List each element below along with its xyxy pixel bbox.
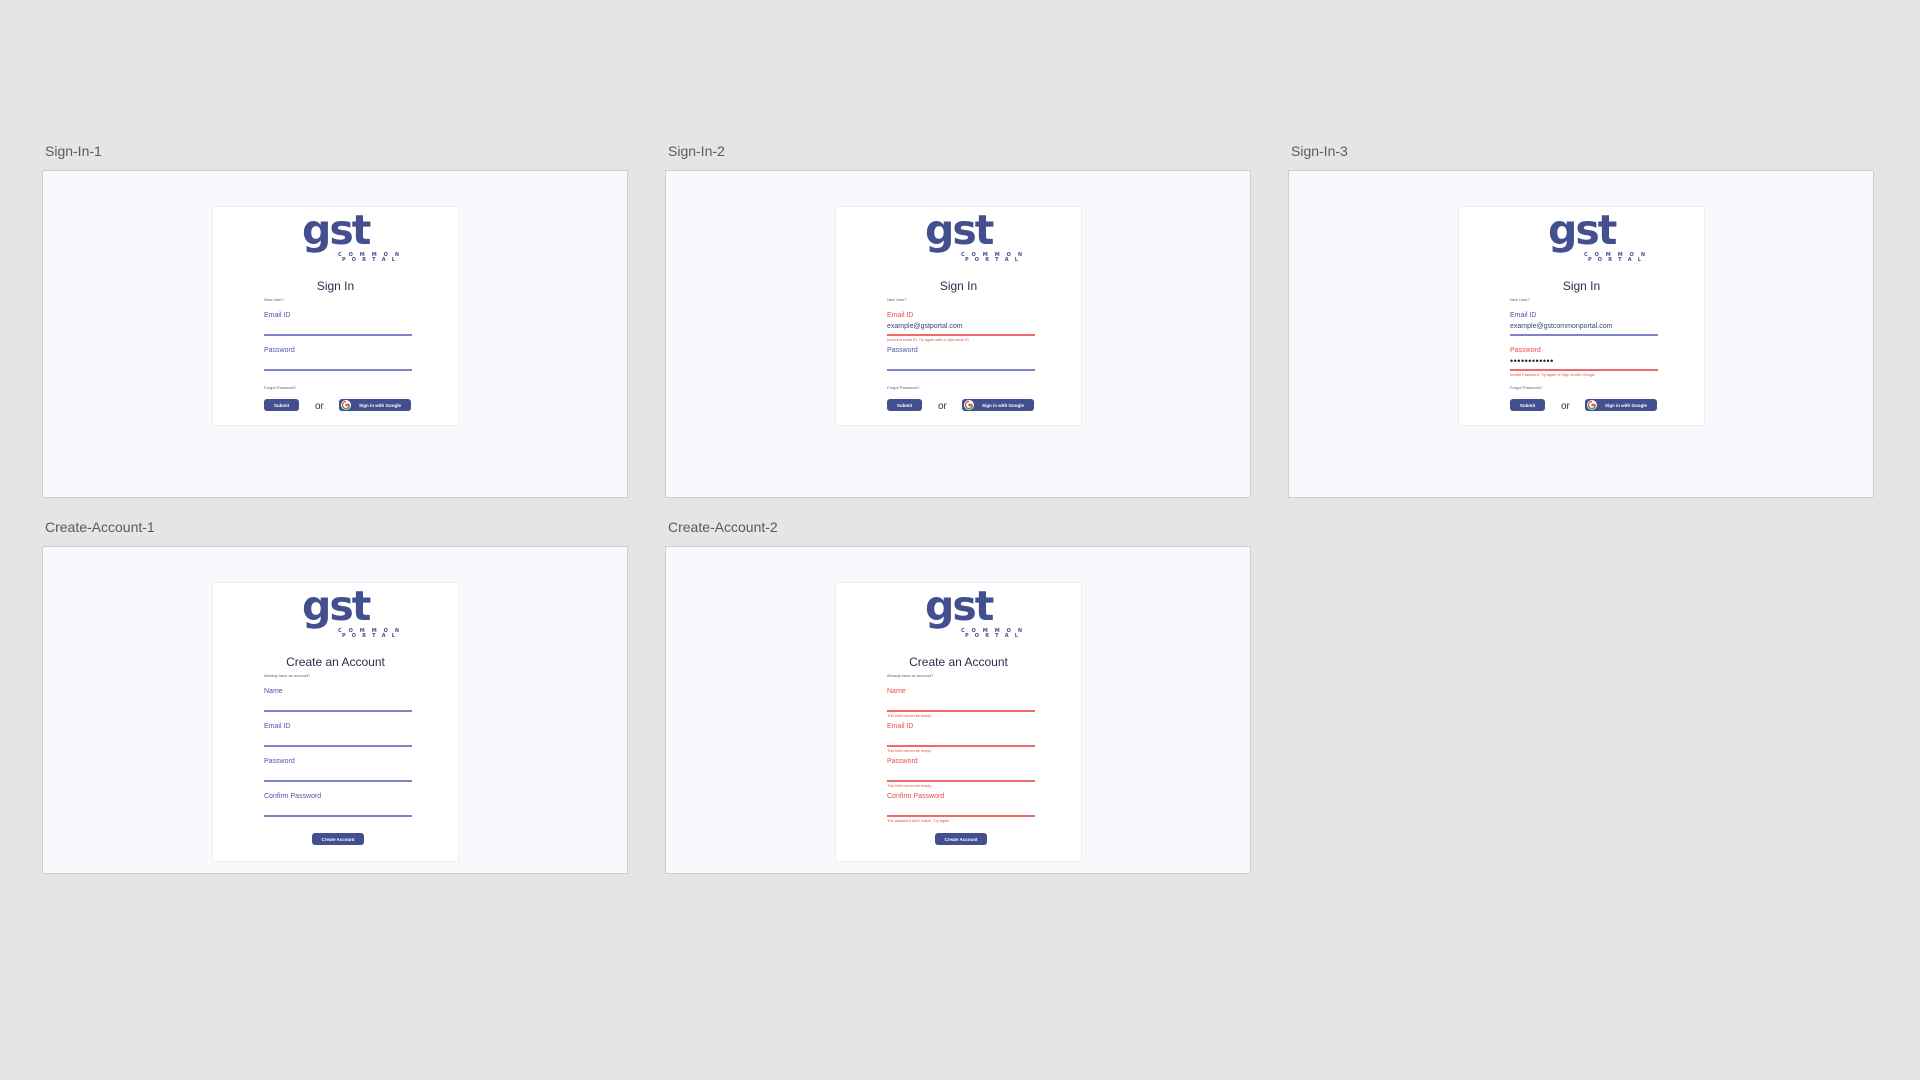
frame-sign-in-3: gst C O M M O N P O R T A L Sign In New … [1288, 170, 1874, 498]
logo-main: gst [925, 582, 994, 630]
name-label: Name [887, 688, 906, 695]
password-label: Password [887, 758, 918, 765]
google-icon [341, 400, 351, 410]
frame-label-create-account-2: Create-Account-2 [668, 519, 778, 535]
forgot-password-link[interactable]: Forgot Password? [1510, 385, 1542, 390]
forgot-password-link[interactable]: Forgot Password? [887, 385, 919, 390]
logo-sub-bottom: P O R T A L [342, 257, 398, 263]
password-error-text: Invalid Password. Try again or Sign-in w… [1510, 373, 1595, 377]
password-error-text: This field cannot be empty [887, 784, 932, 788]
password-underline [264, 369, 412, 371]
logo-main: gst [925, 206, 994, 254]
frame-sign-in-2: gst C O M M O N P O R T A L Sign In New … [665, 170, 1251, 498]
frame-label-sign-in-2: Sign-In-2 [668, 143, 725, 159]
google-signin-button[interactable]: Sign in with Google [339, 399, 411, 411]
gst-logo: gst C O M M O N P O R T A L [925, 586, 1022, 639]
google-button-label: Sign in with Google [982, 402, 1024, 408]
submit-button[interactable]: Submit [1510, 399, 1545, 411]
email-label: Email ID [264, 723, 291, 730]
password-label: Password [264, 758, 295, 765]
email-label: Email ID [887, 312, 914, 319]
password-input[interactable]: •••••••••••• [1510, 356, 1554, 366]
forgot-password-link[interactable]: Forgot Password? [264, 385, 296, 390]
new-user-link[interactable]: New User? [264, 297, 284, 302]
or-text: or [938, 401, 947, 412]
gst-logo: gst C O M M O N P O R T A L [302, 586, 399, 639]
confirm-password-label: Confirm Password [887, 793, 945, 800]
page-title: Sign In [316, 279, 355, 293]
email-underline[interactable] [264, 745, 412, 747]
password-label: Password [887, 347, 918, 354]
already-have-account-link[interactable]: Already have an account? [264, 673, 310, 678]
new-user-link[interactable]: New User? [1510, 297, 1530, 302]
email-underline [1510, 334, 1658, 336]
or-text: or [1561, 401, 1570, 412]
logo-sub-bottom: P O R T A L [342, 633, 398, 639]
submit-button[interactable]: Submit [887, 399, 922, 411]
confirm-password-underline[interactable] [264, 815, 412, 817]
email-underline[interactable] [887, 745, 1035, 747]
page-title: Sign In [939, 279, 978, 293]
already-have-account-link[interactable]: Already have an account? [887, 673, 933, 678]
name-underline[interactable] [264, 710, 412, 712]
new-user-link[interactable]: New User? [887, 297, 907, 302]
google-signin-button[interactable]: Sign in with Google [1585, 399, 1657, 411]
page-title: Create an Account [286, 655, 385, 669]
logo-main: gst [302, 582, 371, 630]
frame-create-account-1: gst C O M M O N P O R T A L Create an Ac… [42, 546, 628, 874]
email-error-text: This field cannot be empty [887, 749, 932, 753]
or-text: or [315, 401, 324, 412]
frame-sign-in-1: gst C O M M O N P O R T A L Sign In New … [42, 170, 628, 498]
page-title: Create an Account [909, 655, 1008, 669]
password-label: Password [1510, 347, 1541, 354]
google-icon [964, 400, 974, 410]
submit-button[interactable]: Submit [264, 399, 299, 411]
google-button-label: Sign in with Google [1605, 402, 1647, 408]
gst-logo: gst C O M M O N P O R T A L [1548, 210, 1645, 263]
name-underline[interactable] [887, 710, 1035, 712]
sign-in-card: gst C O M M O N P O R T A L Sign In New … [212, 206, 459, 426]
frame-label-sign-in-3: Sign-In-3 [1291, 143, 1348, 159]
gst-logo: gst C O M M O N P O R T A L [925, 210, 1022, 263]
frame-label-sign-in-1: Sign-In-1 [45, 143, 102, 159]
create-account-button[interactable]: Create Account [312, 833, 364, 845]
email-label: Email ID [887, 723, 914, 730]
email-error-text: Incorrect email ID. Try again with a rig… [887, 338, 969, 342]
google-button-label: Sign in with Google [359, 402, 401, 408]
password-underline[interactable] [887, 780, 1035, 782]
email-underline [887, 334, 1035, 336]
email-label: Email ID [1510, 312, 1537, 319]
google-icon [1587, 400, 1597, 410]
password-underline[interactable] [264, 780, 412, 782]
sign-in-card: gst C O M M O N P O R T A L Sign In New … [835, 206, 1082, 426]
logo-sub-bottom: P O R T A L [965, 257, 1021, 263]
page-title: Sign In [1562, 279, 1601, 293]
email-label: Email ID [264, 312, 291, 319]
password-underline [887, 369, 1035, 371]
email-input[interactable]: example@gstcommonportal.com [1510, 323, 1612, 330]
confirm-password-label: Confirm Password [264, 793, 322, 800]
create-account-button[interactable]: Create Account [935, 833, 987, 845]
logo-main: gst [302, 206, 371, 254]
password-underline [1510, 369, 1658, 371]
name-error-text: This field cannot be empty [887, 714, 932, 718]
confirm-password-underline[interactable] [887, 815, 1035, 817]
password-label: Password [264, 347, 295, 354]
email-input[interactable]: example@gstportal.com [887, 323, 963, 330]
gst-logo: gst C O M M O N P O R T A L [302, 210, 399, 263]
name-label: Name [264, 688, 283, 695]
logo-sub-bottom: P O R T A L [965, 633, 1021, 639]
canvas: Sign-In-1 gst C O M M O N P O R T A L Si… [0, 0, 1920, 1080]
frame-create-account-2: gst C O M M O N P O R T A L Create an Ac… [665, 546, 1251, 874]
logo-sub-bottom: P O R T A L [1588, 257, 1644, 263]
google-signin-button[interactable]: Sign in with Google [962, 399, 1034, 411]
create-account-card: gst C O M M O N P O R T A L Create an Ac… [835, 582, 1082, 862]
frame-label-create-account-1: Create-Account-1 [45, 519, 155, 535]
email-underline [264, 334, 412, 336]
logo-main: gst [1548, 206, 1617, 254]
sign-in-card: gst C O M M O N P O R T A L Sign In New … [1458, 206, 1705, 426]
create-account-card: gst C O M M O N P O R T A L Create an Ac… [212, 582, 459, 862]
confirm-password-error-text: The password don't match. Try again [887, 819, 950, 823]
